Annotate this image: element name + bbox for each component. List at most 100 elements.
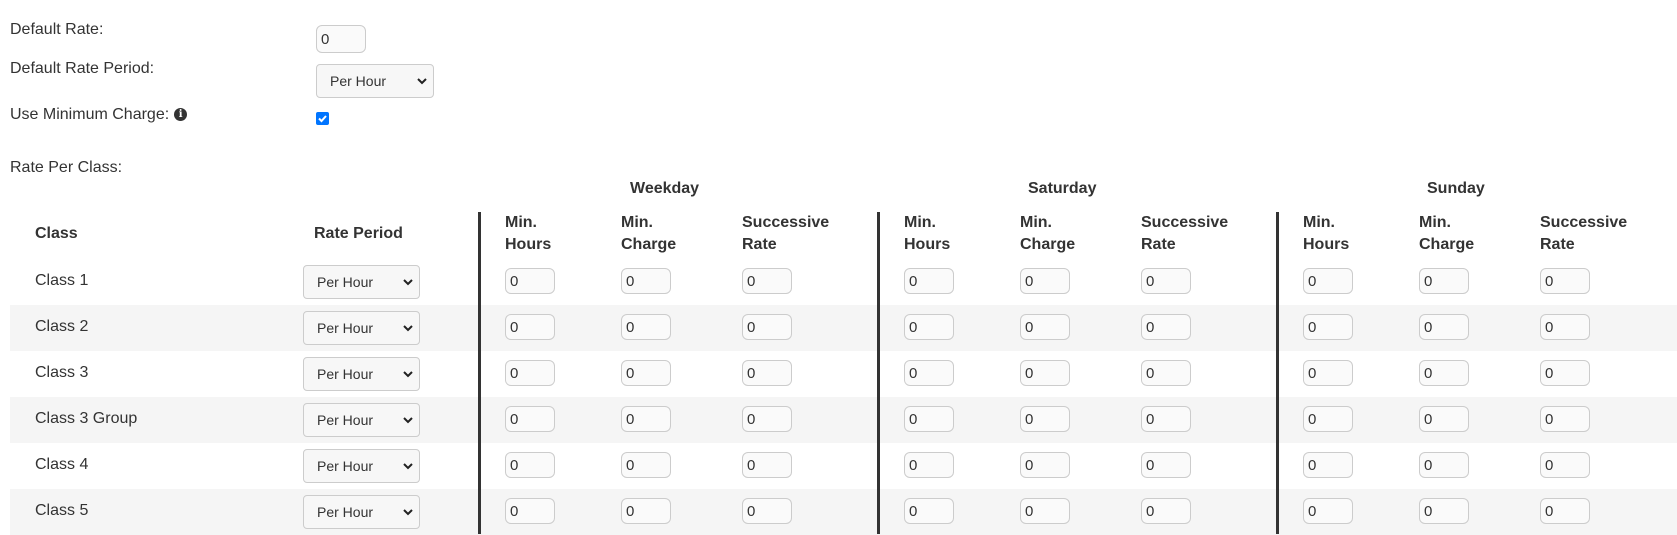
weekday-min-hours-header: Min. Hours [505, 212, 551, 256]
sunday-successive-rate-input[interactable] [1540, 314, 1590, 340]
sunday-successive-rate-input[interactable] [1540, 452, 1590, 478]
saturday-min-hours-input[interactable] [904, 498, 954, 524]
sunday-min-charge-input[interactable] [1419, 360, 1469, 386]
sunday-min-hours-input[interactable] [1303, 406, 1353, 432]
rate-period-select[interactable]: Per Hour [303, 449, 420, 483]
rate-period-value: Per Hour [317, 504, 374, 520]
weekday-successive-rate-input[interactable] [742, 452, 792, 478]
saturday-min-charge-input[interactable] [1020, 268, 1070, 294]
sunday-divider [1276, 212, 1279, 534]
saturday-successive-rate-header: Successive Rate [1141, 212, 1228, 256]
weekday-divider [478, 212, 481, 534]
weekday-min-charge-input[interactable] [621, 406, 671, 432]
weekday-min-charge-input[interactable] [621, 360, 671, 386]
saturday-min-hours-input[interactable] [904, 268, 954, 294]
weekday-min-charge-input[interactable] [621, 452, 671, 478]
table-row: Class 3 Per Hour [10, 351, 1677, 397]
sunday-min-hours-input[interactable] [1303, 360, 1353, 386]
table-row: Class 5 Per Hour [10, 489, 1677, 535]
rate-period-value: Per Hour [317, 458, 374, 474]
checkmark-icon [318, 115, 327, 123]
saturday-min-hours-input[interactable] [904, 406, 954, 432]
rate-period-value: Per Hour [317, 412, 374, 428]
sunday-min-charge-input[interactable] [1419, 498, 1469, 524]
default-rate-period-label: Default Rate Period: [10, 60, 155, 77]
header-line: Rate [1540, 236, 1575, 253]
header-line: Successive [1141, 214, 1229, 231]
sunday-min-charge-input[interactable] [1419, 406, 1469, 432]
header-line: Charge [1419, 236, 1475, 253]
saturday-min-charge-input[interactable] [1020, 452, 1070, 478]
chevron-down-icon [403, 417, 413, 424]
weekday-min-charge-input[interactable] [621, 498, 671, 524]
sunday-successive-rate-input[interactable] [1540, 406, 1590, 432]
table-row: Class 3 Group Per Hour [10, 397, 1677, 443]
weekday-successive-rate-input[interactable] [742, 314, 792, 340]
weekday-min-hours-input[interactable] [505, 498, 555, 524]
sunday-min-charge-input[interactable] [1419, 268, 1469, 294]
sunday-successive-rate-input[interactable] [1540, 360, 1590, 386]
saturday-successive-rate-input[interactable] [1141, 452, 1191, 478]
weekday-min-charge-input[interactable] [621, 314, 671, 340]
sunday-min-hours-input[interactable] [1303, 452, 1353, 478]
default-rate-period-select[interactable]: Per Hour [316, 64, 434, 98]
weekday-successive-rate-input[interactable] [742, 360, 792, 386]
header-line: Rate [742, 236, 777, 253]
rate-period-select[interactable]: Per Hour [303, 357, 420, 391]
sunday-successive-rate-input[interactable] [1540, 268, 1590, 294]
saturday-successive-rate-input[interactable] [1141, 268, 1191, 294]
weekday-min-hours-input[interactable] [505, 406, 555, 432]
rate-period-select[interactable]: Per Hour [303, 403, 420, 437]
weekday-successive-rate-input[interactable] [742, 268, 792, 294]
info-icon[interactable]: i [174, 108, 188, 122]
saturday-successive-rate-input[interactable] [1141, 360, 1191, 386]
saturday-successive-rate-input[interactable] [1141, 406, 1191, 432]
rate-per-class-label: Rate Per Class: [10, 159, 123, 176]
rate-period-select[interactable]: Per Hour [303, 311, 420, 345]
sunday-min-charge-input[interactable] [1419, 314, 1469, 340]
weekday-successive-rate-input[interactable] [742, 498, 792, 524]
default-rate-label: Default Rate: [10, 21, 104, 38]
table-row: Class 4 Per Hour [10, 443, 1677, 489]
saturday-min-hours-input[interactable] [904, 452, 954, 478]
sunday-min-charge-input[interactable] [1419, 452, 1469, 478]
chevron-down-icon [403, 279, 413, 286]
weekday-min-hours-input[interactable] [505, 314, 555, 340]
saturday-min-hours-input[interactable] [904, 360, 954, 386]
saturday-successive-rate-input[interactable] [1141, 314, 1191, 340]
header-line: Successive [742, 214, 830, 231]
class-name: Class 1 [35, 272, 89, 289]
header-line: Charge [621, 236, 677, 253]
weekday-successive-rate-input[interactable] [742, 406, 792, 432]
sunday-min-hours-input[interactable] [1303, 268, 1353, 294]
default-rate-input[interactable] [316, 25, 366, 53]
saturday-min-charge-input[interactable] [1020, 314, 1070, 340]
rate-period-select[interactable]: Per Hour [303, 495, 420, 529]
saturday-divider [877, 212, 880, 534]
weekday-min-hours-input[interactable] [505, 268, 555, 294]
chevron-down-icon [403, 463, 413, 470]
use-minimum-charge-label: Use Minimum Charge: i [10, 106, 188, 124]
weekday-successive-rate-header: Successive Rate [742, 212, 829, 256]
sunday-successive-rate-input[interactable] [1540, 498, 1590, 524]
saturday-min-charge-input[interactable] [1020, 360, 1070, 386]
saturday-min-charge-input[interactable] [1020, 406, 1070, 432]
class-name: Class 2 [35, 318, 89, 335]
saturday-min-hours-input[interactable] [904, 314, 954, 340]
saturday-min-charge-input[interactable] [1020, 498, 1070, 524]
group-header-sunday: Sunday [1427, 180, 1485, 197]
sunday-min-hours-input[interactable] [1303, 314, 1353, 340]
rate-period-value: Per Hour [317, 366, 374, 382]
weekday-min-charge-input[interactable] [621, 268, 671, 294]
sunday-min-hours-input[interactable] [1303, 498, 1353, 524]
header-line: Hours [904, 236, 951, 253]
sunday-min-hours-header: Min. Hours [1303, 212, 1349, 256]
saturday-successive-rate-input[interactable] [1141, 498, 1191, 524]
rate-period-select[interactable]: Per Hour [303, 265, 420, 299]
use-minimum-charge-checkbox[interactable] [316, 112, 329, 125]
class-name: Class 3 Group [35, 410, 138, 427]
default-rate-period-value: Per Hour [330, 73, 387, 89]
weekday-min-hours-input[interactable] [505, 452, 555, 478]
header-line: Rate [1141, 236, 1176, 253]
weekday-min-hours-input[interactable] [505, 360, 555, 386]
